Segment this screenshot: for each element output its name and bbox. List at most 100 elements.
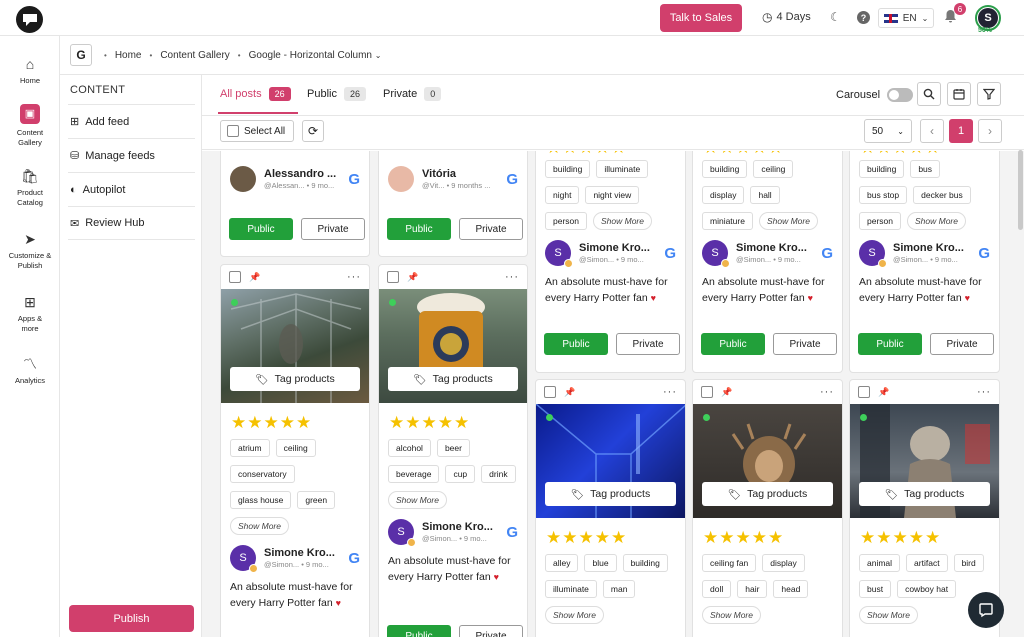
- tag[interactable]: hair: [737, 580, 768, 598]
- tag-products-button[interactable]: 🏷 Tag products: [388, 367, 518, 391]
- checkbox[interactable]: [701, 386, 713, 398]
- post-image[interactable]: 🏷 Tag products: [850, 404, 999, 518]
- pin-icon[interactable]: 📌: [564, 387, 575, 398]
- next-page-button[interactable]: ›: [978, 119, 1002, 143]
- more-options-icon[interactable]: ···: [977, 386, 991, 398]
- tag[interactable]: green: [297, 491, 336, 509]
- private-button[interactable]: Private: [459, 625, 523, 637]
- tag-products-button[interactable]: 🏷 Tag products: [859, 482, 990, 506]
- public-button[interactable]: Public: [387, 218, 451, 240]
- checkbox[interactable]: [229, 271, 241, 283]
- checkbox[interactable]: [544, 386, 556, 398]
- tag[interactable]: night: [545, 186, 580, 204]
- tag-products-button[interactable]: 🏷 Tag products: [230, 367, 360, 391]
- post-image[interactable]: 🏷 Tag products: [693, 404, 842, 518]
- tag[interactable]: conservatory: [230, 465, 295, 483]
- show-more-button[interactable]: Show More: [702, 606, 761, 624]
- public-button[interactable]: Public: [544, 333, 608, 355]
- rail-item-customize-publish[interactable]: ➤ Customize & Publish: [0, 231, 60, 271]
- pin-icon[interactable]: 📌: [407, 272, 418, 283]
- per-page-select[interactable]: 50 ⌄: [864, 119, 912, 143]
- menu-autopilot[interactable]: ◐ Autopilot: [68, 172, 195, 206]
- tag[interactable]: illuminate: [596, 160, 649, 178]
- refresh-icon[interactable]: ⟳: [302, 120, 324, 142]
- public-button[interactable]: Public: [387, 625, 451, 637]
- rail-item-analytics[interactable]: 〽 Analytics: [0, 356, 60, 386]
- tag[interactable]: person: [545, 212, 587, 230]
- tag[interactable]: head: [773, 580, 809, 598]
- rail-item-content-gallery[interactable]: ▣ Content Gallery: [0, 104, 60, 148]
- tag[interactable]: display: [762, 554, 805, 572]
- show-more-button[interactable]: Show More: [758, 212, 818, 230]
- post-card[interactable]: Vitória @Vit... • 9 months ... G Public …: [378, 151, 528, 257]
- tag[interactable]: glass house: [230, 491, 292, 509]
- rail-item-apps[interactable]: ⊞ Apps & more: [0, 294, 60, 334]
- scrollbar[interactable]: [1018, 150, 1023, 230]
- current-page[interactable]: 1: [949, 119, 973, 143]
- private-button[interactable]: Private: [616, 333, 680, 355]
- post-card[interactable]: ★★★★★ building ceiling display hall mini…: [692, 151, 843, 373]
- tag[interactable]: ceiling: [753, 160, 794, 178]
- tag[interactable]: building: [702, 160, 748, 178]
- checkbox[interactable]: [858, 386, 870, 398]
- tag[interactable]: alcohol: [388, 439, 431, 457]
- pin-icon[interactable]: 📌: [878, 387, 889, 398]
- private-button[interactable]: Private: [773, 333, 837, 355]
- tag[interactable]: display: [702, 186, 745, 204]
- tag[interactable]: beverage: [388, 465, 440, 483]
- menu-add-feed[interactable]: ⊞ Add feed: [68, 104, 195, 138]
- pin-icon[interactable]: 📌: [721, 387, 732, 398]
- tag[interactable]: bus: [910, 160, 941, 178]
- public-button[interactable]: Public: [701, 333, 765, 355]
- tag[interactable]: bust: [859, 580, 892, 598]
- menu-review-hub[interactable]: ✉ Review Hub: [68, 206, 195, 240]
- tag[interactable]: doll: [702, 580, 732, 598]
- show-more-button[interactable]: Show More: [593, 212, 652, 230]
- tag[interactable]: alley: [545, 554, 579, 572]
- show-more-button[interactable]: Show More: [859, 606, 918, 624]
- breadcrumb-gallery[interactable]: Content Gallery: [160, 50, 229, 61]
- public-button[interactable]: Public: [858, 333, 922, 355]
- tag[interactable]: man: [602, 580, 636, 598]
- calendar-icon[interactable]: [947, 82, 971, 106]
- tag[interactable]: illuminate: [545, 580, 597, 598]
- post-card[interactable]: 📌 ··· 🏷 Tag products ★★★★★ atrium ceiling…: [220, 264, 370, 637]
- private-button[interactable]: Private: [301, 218, 365, 240]
- help-icon[interactable]: ?: [857, 11, 870, 24]
- tag[interactable]: blue: [584, 554, 617, 572]
- dark-mode-icon[interactable]: ☾: [830, 10, 841, 24]
- post-card[interactable]: ★★★★★ building illuminate night night vi…: [535, 151, 686, 373]
- post-card[interactable]: 📌 ··· 🏷 Tag products ★★★★★ ceiling fan di…: [692, 379, 843, 637]
- tag-products-button[interactable]: 🏷 Tag products: [545, 482, 676, 506]
- language-select[interactable]: EN ⌄: [878, 8, 934, 28]
- tag[interactable]: building: [545, 160, 591, 178]
- pin-icon[interactable]: 📌: [249, 272, 260, 283]
- tag[interactable]: artifact: [906, 554, 948, 572]
- carousel-toggle[interactable]: Carousel: [836, 88, 914, 102]
- tag[interactable]: hall: [750, 186, 780, 204]
- post-card[interactable]: Alessandro ... @Alessan... • 9 mo... G P…: [220, 151, 370, 257]
- tag[interactable]: animal: [859, 554, 901, 572]
- search-icon[interactable]: [917, 82, 941, 106]
- tag[interactable]: night view: [585, 186, 640, 204]
- tag[interactable]: building: [859, 160, 905, 178]
- tag[interactable]: atrium: [230, 439, 270, 457]
- tag[interactable]: decker bus: [913, 186, 971, 204]
- publish-button[interactable]: Publish: [69, 605, 194, 632]
- tab-public[interactable]: Public 26: [307, 87, 366, 101]
- tag[interactable]: ceiling: [275, 439, 316, 457]
- tag[interactable]: ceiling fan: [702, 554, 757, 572]
- checkbox[interactable]: [227, 125, 239, 137]
- tab-all-posts[interactable]: All posts 26: [220, 87, 291, 101]
- post-card[interactable]: ★★★★★ building bus bus stop decker bus p…: [849, 151, 1000, 373]
- show-more-button[interactable]: Show More: [388, 491, 447, 509]
- more-options-icon[interactable]: ···: [663, 386, 677, 398]
- menu-manage-feeds[interactable]: ⛁ Manage feeds: [68, 138, 195, 172]
- tab-private[interactable]: Private 0: [383, 87, 442, 101]
- prev-page-button[interactable]: ‹: [920, 119, 944, 143]
- checkbox[interactable]: [387, 271, 399, 283]
- private-button[interactable]: Private: [930, 333, 994, 355]
- tag[interactable]: cowboy hat: [897, 580, 957, 598]
- show-more-button[interactable]: Show More: [545, 606, 604, 624]
- post-image[interactable]: 🏷 Tag products: [379, 289, 527, 403]
